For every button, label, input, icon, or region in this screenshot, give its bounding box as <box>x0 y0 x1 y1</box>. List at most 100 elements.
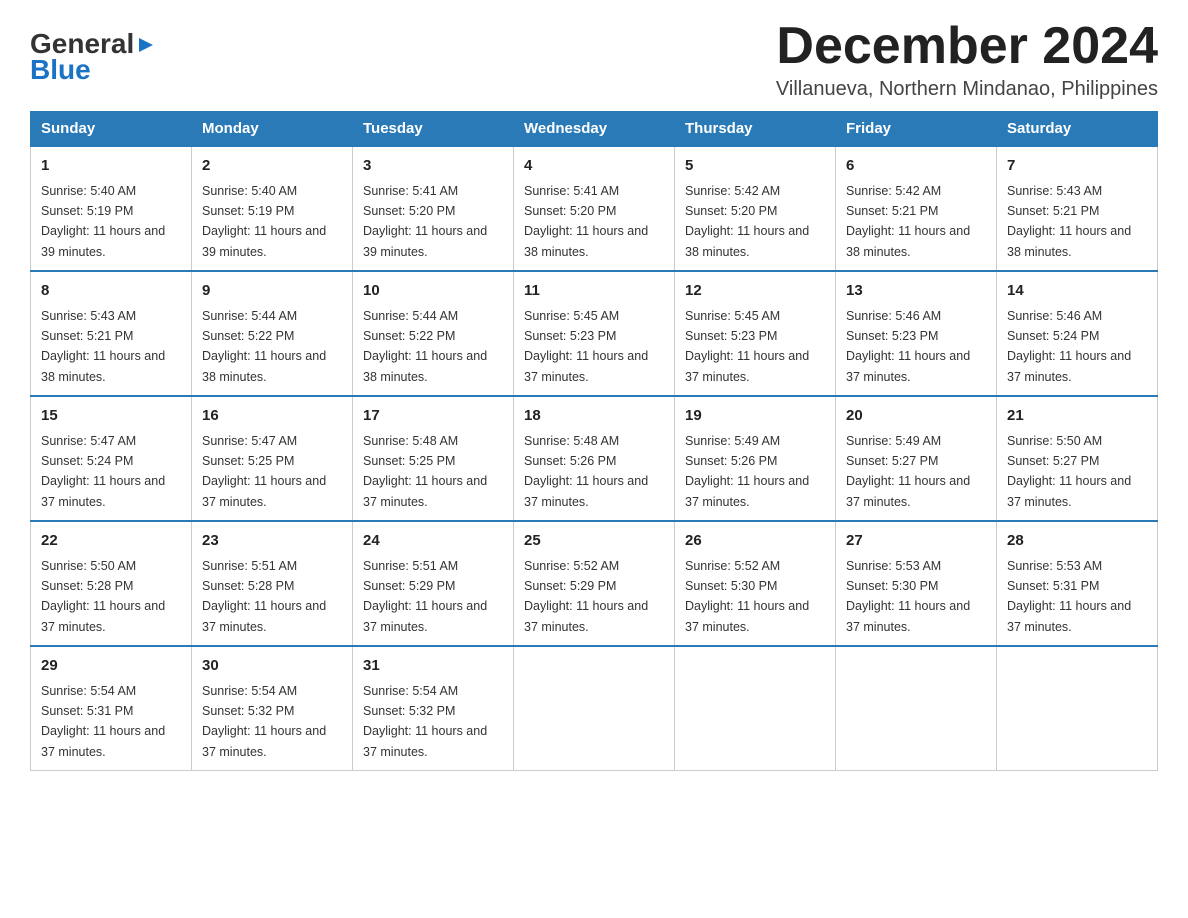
day-info: Sunrise: 5:52 AMSunset: 5:29 PMDaylight:… <box>524 559 648 634</box>
calendar-week-row: 1 Sunrise: 5:40 AMSunset: 5:19 PMDaylight… <box>31 146 1158 271</box>
table-row: 12Sunrise: 5:45 AMSunset: 5:23 PMDayligh… <box>675 271 836 396</box>
day-number: 6 <box>846 155 986 178</box>
day-info: Sunrise: 5:46 AMSunset: 5:24 PMDaylight:… <box>1007 309 1131 384</box>
table-row: 5 Sunrise: 5:42 AMSunset: 5:20 PMDaylight… <box>675 146 836 271</box>
calendar-week-row: 8Sunrise: 5:43 AMSunset: 5:21 PMDaylight… <box>31 271 1158 396</box>
day-number: 27 <box>846 530 986 553</box>
table-row: 29 Sunrise: 5:54 AMSunset: 5:31 PMDayligh… <box>31 646 192 771</box>
day-number: 9 <box>202 280 342 303</box>
table-row: 11 Sunrise: 5:45 AMSunset: 5:23 PMDayligh… <box>514 271 675 396</box>
table-row: 13 Sunrise: 5:46 AMSunset: 5:23 PMDayligh… <box>836 271 997 396</box>
calendar-header-row: Sunday Monday Tuesday Wednesday Thursday… <box>31 112 1158 147</box>
day-number: 20 <box>846 405 986 428</box>
day-info: Sunrise: 5:42 AMSunset: 5:20 PMDaylight:… <box>685 184 809 259</box>
table-row: 1 Sunrise: 5:40 AMSunset: 5:19 PMDaylight… <box>31 146 192 271</box>
table-row: 16 Sunrise: 5:47 AMSunset: 5:25 PMDayligh… <box>192 396 353 521</box>
calendar-week-row: 22 Sunrise: 5:50 AMSunset: 5:28 PMDayligh… <box>31 521 1158 646</box>
calendar-week-row: 29 Sunrise: 5:54 AMSunset: 5:31 PMDayligh… <box>31 646 1158 771</box>
header-wednesday: Wednesday <box>514 112 675 147</box>
day-info: Sunrise: 5:44 AMSunset: 5:22 PMDaylight:… <box>202 309 326 384</box>
table-row: 22 Sunrise: 5:50 AMSunset: 5:28 PMDayligh… <box>31 521 192 646</box>
day-info: Sunrise: 5:45 AMSunset: 5:23 PMDaylight:… <box>524 309 648 384</box>
day-info: Sunrise: 5:48 AMSunset: 5:26 PMDaylight:… <box>524 434 648 509</box>
day-number: 15 <box>41 405 181 428</box>
table-row: 27Sunrise: 5:53 AMSunset: 5:30 PMDayligh… <box>836 521 997 646</box>
table-row: 9 Sunrise: 5:44 AMSunset: 5:22 PMDaylight… <box>192 271 353 396</box>
table-row: 4 Sunrise: 5:41 AMSunset: 5:20 PMDaylight… <box>514 146 675 271</box>
day-number: 25 <box>524 530 664 553</box>
header-tuesday: Tuesday <box>353 112 514 147</box>
day-number: 7 <box>1007 155 1147 178</box>
day-number: 19 <box>685 405 825 428</box>
day-number: 31 <box>363 655 503 678</box>
header-saturday: Saturday <box>997 112 1158 147</box>
logo: General Blue <box>30 20 157 86</box>
month-title: December 2024 <box>776 20 1158 72</box>
day-info: Sunrise: 5:52 AMSunset: 5:30 PMDaylight:… <box>685 559 809 634</box>
day-info: Sunrise: 5:48 AMSunset: 5:25 PMDaylight:… <box>363 434 487 509</box>
table-row: 19 Sunrise: 5:49 AMSunset: 5:26 PMDayligh… <box>675 396 836 521</box>
day-number: 18 <box>524 405 664 428</box>
table-row: 21Sunrise: 5:50 AMSunset: 5:27 PMDayligh… <box>997 396 1158 521</box>
day-number: 26 <box>685 530 825 553</box>
header-monday: Monday <box>192 112 353 147</box>
table-row: 7 Sunrise: 5:43 AMSunset: 5:21 PMDaylight… <box>997 146 1158 271</box>
table-row: 24 Sunrise: 5:51 AMSunset: 5:29 PMDayligh… <box>353 521 514 646</box>
day-info: Sunrise: 5:47 AMSunset: 5:25 PMDaylight:… <box>202 434 326 509</box>
day-number: 17 <box>363 405 503 428</box>
day-info: Sunrise: 5:42 AMSunset: 5:21 PMDaylight:… <box>846 184 970 259</box>
table-row: 23Sunrise: 5:51 AMSunset: 5:28 PMDayligh… <box>192 521 353 646</box>
table-row <box>997 646 1158 771</box>
table-row: 18 Sunrise: 5:48 AMSunset: 5:26 PMDayligh… <box>514 396 675 521</box>
table-row: 28 Sunrise: 5:53 AMSunset: 5:31 PMDayligh… <box>997 521 1158 646</box>
day-number: 28 <box>1007 530 1147 553</box>
table-row <box>675 646 836 771</box>
day-info: Sunrise: 5:46 AMSunset: 5:23 PMDaylight:… <box>846 309 970 384</box>
table-row: 20 Sunrise: 5:49 AMSunset: 5:27 PMDayligh… <box>836 396 997 521</box>
day-info: Sunrise: 5:41 AMSunset: 5:20 PMDaylight:… <box>363 184 487 259</box>
table-row: 3 Sunrise: 5:41 AMSunset: 5:20 PMDaylight… <box>353 146 514 271</box>
day-info: Sunrise: 5:49 AMSunset: 5:27 PMDaylight:… <box>846 434 970 509</box>
day-info: Sunrise: 5:53 AMSunset: 5:31 PMDaylight:… <box>1007 559 1131 634</box>
table-row: 8Sunrise: 5:43 AMSunset: 5:21 PMDaylight… <box>31 271 192 396</box>
table-row <box>514 646 675 771</box>
location-subtitle: Villanueva, Northern Mindanao, Philippin… <box>776 78 1158 101</box>
table-row: 10Sunrise: 5:44 AMSunset: 5:22 PMDayligh… <box>353 271 514 396</box>
table-row: 26 Sunrise: 5:52 AMSunset: 5:30 PMDayligh… <box>675 521 836 646</box>
day-number: 29 <box>41 655 181 678</box>
table-row: 17 Sunrise: 5:48 AMSunset: 5:25 PMDayligh… <box>353 396 514 521</box>
day-info: Sunrise: 5:43 AMSunset: 5:21 PMDaylight:… <box>1007 184 1131 259</box>
day-info: Sunrise: 5:49 AMSunset: 5:26 PMDaylight:… <box>685 434 809 509</box>
table-row: 15 Sunrise: 5:47 AMSunset: 5:24 PMDayligh… <box>31 396 192 521</box>
day-info: Sunrise: 5:50 AMSunset: 5:28 PMDaylight:… <box>41 559 165 634</box>
page-header: General Blue December 2024 Villanueva, N… <box>30 20 1158 101</box>
day-number: 3 <box>363 155 503 178</box>
table-row: 2 Sunrise: 5:40 AMSunset: 5:19 PMDaylight… <box>192 146 353 271</box>
day-number: 5 <box>685 155 825 178</box>
day-number: 1 <box>41 155 181 178</box>
day-info: Sunrise: 5:40 AMSunset: 5:19 PMDaylight:… <box>202 184 326 259</box>
header-thursday: Thursday <box>675 112 836 147</box>
day-info: Sunrise: 5:51 AMSunset: 5:29 PMDaylight:… <box>363 559 487 634</box>
day-number: 21 <box>1007 405 1147 428</box>
day-info: Sunrise: 5:47 AMSunset: 5:24 PMDaylight:… <box>41 434 165 509</box>
day-number: 23 <box>202 530 342 553</box>
logo-triangle-icon <box>135 34 157 56</box>
day-info: Sunrise: 5:41 AMSunset: 5:20 PMDaylight:… <box>524 184 648 259</box>
header-friday: Friday <box>836 112 997 147</box>
day-number: 11 <box>524 280 664 303</box>
day-info: Sunrise: 5:54 AMSunset: 5:32 PMDaylight:… <box>202 684 326 759</box>
day-number: 4 <box>524 155 664 178</box>
day-number: 13 <box>846 280 986 303</box>
day-number: 2 <box>202 155 342 178</box>
day-number: 12 <box>685 280 825 303</box>
day-number: 24 <box>363 530 503 553</box>
day-info: Sunrise: 5:54 AMSunset: 5:31 PMDaylight:… <box>41 684 165 759</box>
day-number: 10 <box>363 280 503 303</box>
table-row: 6 Sunrise: 5:42 AMSunset: 5:21 PMDaylight… <box>836 146 997 271</box>
day-number: 30 <box>202 655 342 678</box>
day-number: 16 <box>202 405 342 428</box>
day-info: Sunrise: 5:40 AMSunset: 5:19 PMDaylight:… <box>41 184 165 259</box>
day-number: 22 <box>41 530 181 553</box>
table-row: 25 Sunrise: 5:52 AMSunset: 5:29 PMDayligh… <box>514 521 675 646</box>
